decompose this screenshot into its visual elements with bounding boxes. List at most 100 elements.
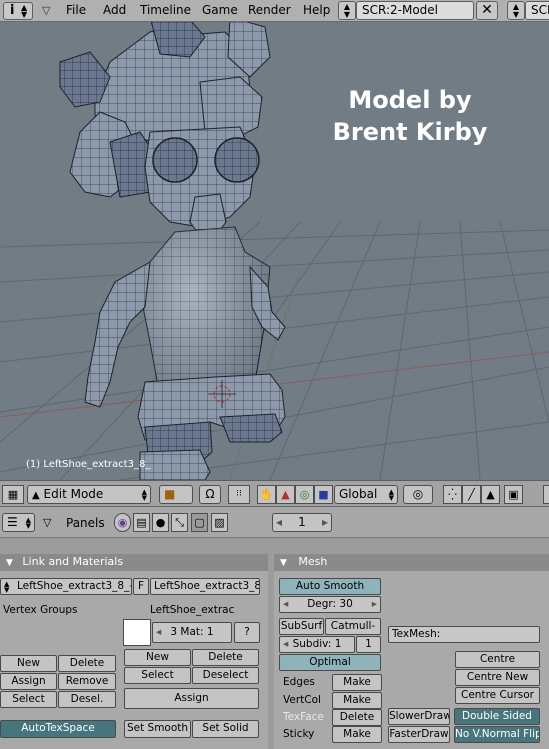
vg-assign-button[interactable]: Assign <box>0 673 57 690</box>
faster-draw-button[interactable]: FasterDraw <box>388 726 450 743</box>
scene-context-icon[interactable]: ▨ <box>211 513 228 532</box>
vertex-select-icon[interactable]: ⁛ <box>443 485 462 504</box>
edge-select-icon[interactable]: ╱ <box>462 485 481 504</box>
pivot-select[interactable]: Ω <box>199 485 221 504</box>
subsurf-type-select[interactable]: Catmull- <box>325 618 381 635</box>
object-name-field[interactable]: LeftShoe_extract3_8_ <box>150 578 260 595</box>
vg-delete-button[interactable]: Delete <box>58 655 116 672</box>
sticky-label: Sticky <box>283 728 315 740</box>
view3d-window-type-button[interactable]: ▦ <box>2 485 24 504</box>
face-select-icon[interactable]: ▲ <box>481 485 500 504</box>
hand-grab-icon[interactable]: ✋ <box>257 485 276 504</box>
layers-grid-icon[interactable]: ⁝⁝ <box>228 485 250 504</box>
legs-mesh <box>137 373 286 480</box>
material-index-field[interactable]: ◂ 3 Mat: 1 <box>152 622 232 643</box>
set-smooth-button[interactable]: Set Smooth <box>124 720 191 738</box>
scene-browse-button[interactable]: ▲ ▼ <box>507 1 525 20</box>
updown-arrows-icon: ▲ ▼ <box>21 3 28 19</box>
editing-context-icon[interactable]: ▢ <box>191 513 208 532</box>
material-help-button[interactable]: ? <box>234 622 260 643</box>
subdiv-field[interactable]: ◂ Subdiv: 1 <box>279 636 355 653</box>
link-materials-title-bar[interactable]: ▼ Link and Materials <box>0 554 268 571</box>
mesh-name-field[interactable]: ▲ ▼ LeftShoe_extract3_8_- <box>0 578 132 595</box>
auto-smooth-toggle[interactable]: Auto Smooth <box>279 578 381 595</box>
left-arrow-icon: ◂ <box>156 626 162 638</box>
collapse-menu-icon[interactable]: ▽ <box>42 4 50 17</box>
centre-new-button[interactable]: Centre New <box>455 669 540 686</box>
mesh-panel: ▼ Mesh Auto Smooth ◂ Degr: 30 ▸ SubSurf … <box>274 554 549 749</box>
fake-user-button[interactable]: F <box>133 578 149 595</box>
menu-render[interactable]: Render <box>248 3 291 17</box>
scene-name-field[interactable]: SCE <box>525 1 549 20</box>
sticky-make-button[interactable]: Make <box>332 726 382 743</box>
mesh-name-label: LeftShoe_extract3_8_- <box>17 580 132 592</box>
updown-arrows-icon: ▲ ▼ <box>388 488 394 502</box>
frame-number-field[interactable]: ◂ 1 ▸ <box>272 513 332 532</box>
draw-type-select[interactable]: ■ <box>159 485 193 504</box>
right-arrow-icon: ▸ <box>321 515 328 529</box>
menu-game[interactable]: Game <box>202 3 238 17</box>
autotexspace-toggle[interactable]: AutoTexSpace <box>0 720 116 738</box>
panels-label: Panels <box>66 516 105 530</box>
edges-label: Edges <box>283 676 315 688</box>
vg-select-button[interactable]: Select <box>0 691 57 708</box>
edit-mode-icon: ▲ <box>32 490 40 501</box>
info-icon: i <box>10 3 15 18</box>
optimal-toggle[interactable]: Optimal <box>279 654 381 671</box>
no-vnormal-flip-toggle[interactable]: No V.Normal Flip <box>454 726 540 743</box>
orientation-select[interactable]: Global ▲ ▼ <box>334 485 398 504</box>
screen-browse-button[interactable]: ▲ ▼ <box>338 1 356 20</box>
proportional-edit-select[interactable]: ◎ <box>403 485 433 504</box>
vg-deselect-button[interactable]: Desel. <box>58 691 116 708</box>
texface-delete-button[interactable]: Delete <box>332 709 382 726</box>
script-context-icon[interactable]: ▤ <box>133 513 150 532</box>
vertcol-make-button[interactable]: Make <box>332 692 382 709</box>
3d-viewport[interactable]: Model by Brent Kirby (1) LeftShoe_extrac… <box>0 22 549 480</box>
render-subdiv-value: 1 <box>365 638 372 650</box>
link-materials-title: Link and Materials <box>22 555 124 568</box>
mat-delete-button[interactable]: Delete <box>192 649 259 666</box>
centre-cursor-button[interactable]: Centre Cursor <box>455 687 540 704</box>
scale-manipulator-icon[interactable]: ■ <box>314 485 333 504</box>
vg-remove-button[interactable]: Remove <box>58 673 116 690</box>
subsurf-toggle[interactable]: SubSurf <box>279 618 324 635</box>
logic-context-icon[interactable]: ◉ <box>114 513 131 532</box>
mat-select-button[interactable]: Select <box>124 667 191 684</box>
object-context-icon[interactable]: ⤡ <box>171 513 188 532</box>
collapse-menu-icon[interactable]: ▽ <box>43 516 51 529</box>
mat-deselect-button[interactable]: Deselect <box>192 667 259 684</box>
vg-new-button[interactable]: New <box>0 655 57 672</box>
texmesh-field[interactable]: TexMesh: <box>388 626 540 643</box>
mesh-browse-icon: ▲ ▼ <box>4 580 10 594</box>
double-sided-toggle[interactable]: Double Sided <box>454 708 540 725</box>
menu-add[interactable]: Add <box>103 3 126 17</box>
degree-field[interactable]: ◂ Degr: 30 ▸ <box>279 596 381 613</box>
rotate-manipulator-icon[interactable]: ◎ <box>295 485 314 504</box>
subdiv-value: Subdiv: 1 <box>292 638 342 650</box>
slower-draw-button[interactable]: SlowerDraw <box>388 708 450 725</box>
edges-make-button[interactable]: Make <box>332 674 382 691</box>
mesh-title-bar[interactable]: ▼ Mesh <box>274 554 549 571</box>
menu-timeline[interactable]: Timeline <box>140 3 191 17</box>
close-screen-icon[interactable]: ✕ <box>476 1 498 20</box>
left-arrow-icon: ◂ <box>283 598 289 610</box>
occlude-background-icon[interactable]: ▣ <box>504 485 523 504</box>
render-subdiv-field[interactable]: 1 <box>356 636 381 653</box>
updown-arrows-icon: ▲ ▼ <box>141 488 147 502</box>
set-solid-button[interactable]: Set Solid <box>192 720 259 738</box>
screen-name-field[interactable]: SCR:2-Model <box>356 1 474 20</box>
menu-help[interactable]: Help <box>303 3 330 17</box>
translate-manipulator-icon[interactable]: ▲ <box>276 485 295 504</box>
buttons-window-type-button[interactable]: ☰ ▲ ▼ <box>2 513 35 532</box>
material-color-swatch[interactable] <box>123 619 151 646</box>
menu-file[interactable]: File <box>66 3 86 17</box>
mat-assign-button[interactable]: Assign <box>124 688 259 709</box>
shading-context-icon[interactable]: ● <box>152 513 169 532</box>
credit-text: Model by Brent Kirby <box>320 84 500 148</box>
mat-new-button[interactable]: New <box>124 649 191 666</box>
mode-select[interactable]: ▲ Edit Mode ▲ ▼ <box>27 485 151 504</box>
info-window-type-button[interactable]: i ▲ ▼ <box>3 2 33 20</box>
header-overflow-button[interactable] <box>543 485 549 504</box>
centre-button[interactable]: Centre <box>455 651 540 668</box>
viewport-header: ▦ ▲ Edit Mode ▲ ▼ ■ Ω ⁝⁝ ✋ ▲ ◎ ■ Global ▲… <box>0 480 549 507</box>
